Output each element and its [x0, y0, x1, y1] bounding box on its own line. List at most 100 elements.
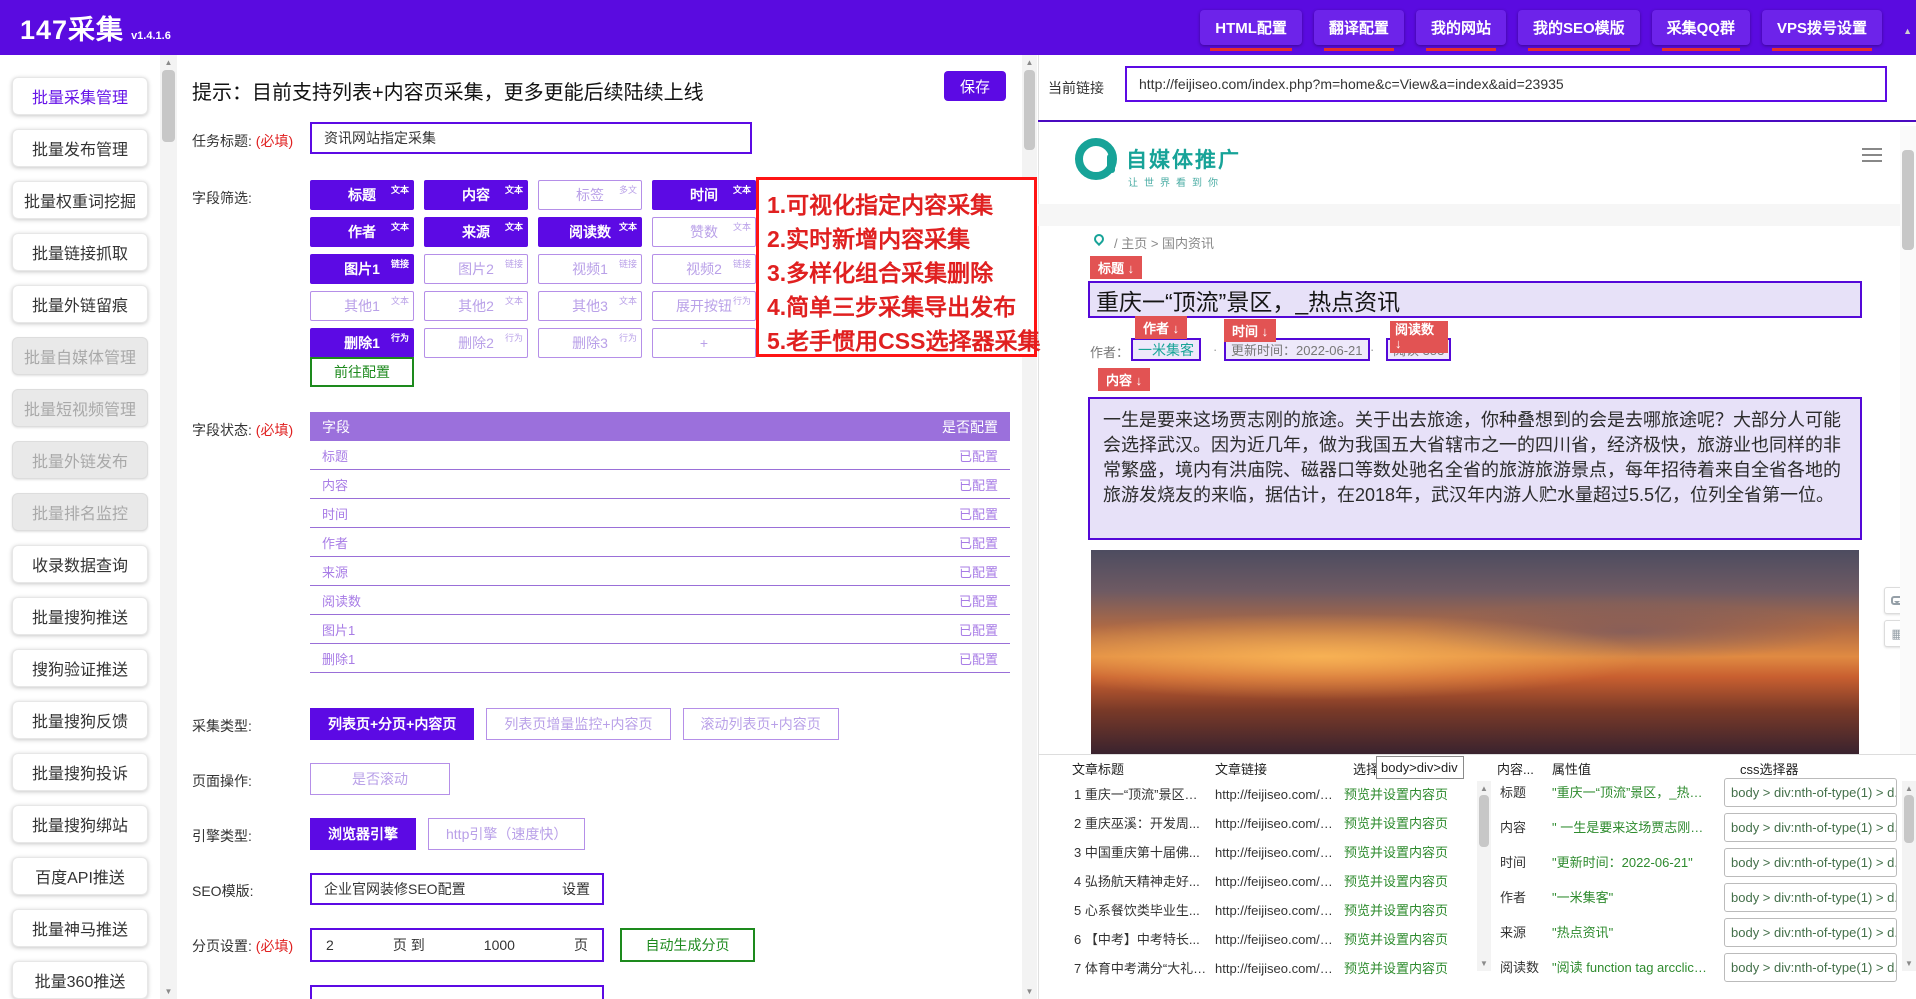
menu-icon[interactable]: [1862, 148, 1882, 162]
engine-type-option[interactable]: http引擎（速度快）: [428, 818, 585, 850]
sidebar-item[interactable]: 批量链接抓取: [12, 233, 148, 271]
field-type-tag: 行为: [391, 331, 409, 344]
css-selector-input[interactable]: body > div:nth-of-type(1) > d...: [1724, 883, 1897, 912]
page-scroll-up-icon[interactable]: ▲: [1903, 26, 1912, 36]
scroll-thumb[interactable]: [1024, 70, 1035, 150]
nav-item[interactable]: 我的SEO模版: [1518, 10, 1640, 45]
css-selector-input[interactable]: body > div:nth-of-type(1) > d...: [1724, 848, 1897, 877]
collect-type-option[interactable]: 列表页+分页+内容页: [310, 708, 474, 740]
task-title-input[interactable]: 资讯网站指定采集: [310, 122, 752, 154]
nav-item[interactable]: 我的网站: [1416, 10, 1506, 45]
field-filter-button[interactable]: 删除1 行为: [310, 328, 414, 358]
scroll-up-icon[interactable]: ▲: [1022, 58, 1037, 67]
scroll-down-icon[interactable]: ▼: [1022, 987, 1037, 996]
preview-set-content-link[interactable]: 预览并设置内容页: [1344, 867, 1469, 896]
article-author[interactable]: 一米集客: [1131, 338, 1201, 361]
sidebar-item[interactable]: 百度API推送: [12, 857, 148, 895]
scroll-thumb[interactable]: [1479, 795, 1489, 847]
sidebar-item[interactable]: 批量搜狗绑站: [12, 805, 148, 843]
scroll-up-icon[interactable]: ▲: [1477, 784, 1491, 793]
field-filter-button[interactable]: 图片2 链接: [424, 254, 528, 284]
field-selector-row: 阅读数 "阅读 function tag arcclick(ai... body…: [1497, 951, 1901, 986]
field-filter-button[interactable]: 阅读数 文本: [538, 217, 642, 247]
preview-set-content-link[interactable]: 预览并设置内容页: [1344, 809, 1469, 838]
scroll-down-icon[interactable]: ▼: [1477, 959, 1491, 968]
scroll-down-icon[interactable]: ▼: [160, 987, 177, 996]
sidebar-item[interactable]: 批量搜狗投诉: [12, 753, 148, 791]
css-selector-input[interactable]: body > div:nth-of-type(1) > d...: [1724, 778, 1897, 807]
page-from-input[interactable]: 2: [326, 937, 334, 953]
field-filter-button[interactable]: 内容 文本: [424, 180, 528, 210]
save-button[interactable]: 保存: [944, 71, 1006, 101]
field-filter-button[interactable]: 其他2 文本: [424, 291, 528, 321]
list-selector-input[interactable]: body>div>div: [1376, 756, 1464, 779]
nav-item[interactable]: HTML配置: [1200, 10, 1302, 45]
sidebar-item[interactable]: 批量外链留痕: [12, 285, 148, 323]
preview-set-content-link[interactable]: 预览并设置内容页: [1344, 925, 1469, 954]
seo-template-select[interactable]: 企业官网装修SEO配置 设置: [310, 873, 604, 905]
clipped-input[interactable]: [310, 985, 604, 999]
article-content[interactable]: 一生是要来这场贾志刚的旅途。关于出去旅途，你种叠想到的会是去哪旅途呢？大部分人可…: [1088, 397, 1862, 540]
scroll-thumb[interactable]: [162, 70, 175, 142]
field-filter-button[interactable]: 视频2 链接: [652, 254, 756, 284]
field-name: 阅读数: [1500, 951, 1539, 984]
sidebar-item[interactable]: 批量自媒体管理: [12, 337, 148, 375]
scroll-thumb[interactable]: [1904, 795, 1914, 843]
collect-type-label: 采集类型:: [192, 716, 252, 736]
preview-set-content-link[interactable]: 预览并设置内容页: [1344, 780, 1469, 809]
nav-item[interactable]: 翻译配置: [1314, 10, 1404, 45]
field-filter-button[interactable]: 时间 文本: [652, 180, 756, 210]
field-filter-button[interactable]: 其他3 文本: [538, 291, 642, 321]
nav-item[interactable]: VPS拨号设置: [1762, 10, 1882, 45]
sidebar-item[interactable]: 批量神马推送: [12, 909, 148, 947]
nav-item[interactable]: 采集QQ群: [1652, 10, 1750, 45]
field-filter-button[interactable]: 来源 文本: [424, 217, 528, 247]
collect-type-option[interactable]: 列表页增量监控+内容页: [486, 708, 670, 740]
css-selector-input[interactable]: body > div:nth-of-type(1) > d...: [1724, 813, 1897, 842]
field-filter-button[interactable]: 删除2 行为: [424, 328, 528, 358]
breadcrumb[interactable]: / 主页 > 国内资讯: [1114, 233, 1214, 252]
field-filter-button[interactable]: 其他1 文本: [310, 291, 414, 321]
field-filter-button[interactable]: 展开按钮 行为: [652, 291, 756, 321]
preview-set-content-link[interactable]: 预览并设置内容页: [1344, 954, 1469, 983]
preview-set-content-link[interactable]: 预览并设置内容页: [1344, 838, 1469, 867]
css-selector-input[interactable]: body > div:nth-of-type(1) > d...: [1724, 953, 1897, 982]
go-configure-button[interactable]: 前往配置: [310, 357, 414, 387]
collect-type-option[interactable]: 滚动列表页+内容页: [683, 708, 839, 740]
field-filter-button[interactable]: +: [652, 328, 756, 358]
field-type-tag: 行为: [619, 331, 637, 344]
auto-generate-pages-button[interactable]: 自动生成分页: [620, 928, 755, 962]
scroll-up-icon[interactable]: ▲: [160, 58, 177, 67]
preview-set-content-link[interactable]: 预览并设置内容页: [1344, 896, 1469, 925]
engine-type-option[interactable]: 浏览器引擎: [310, 818, 416, 850]
seo-settings-button[interactable]: 设置: [562, 879, 590, 899]
sidebar-item[interactable]: 批量采集管理: [12, 77, 148, 115]
field-filter-button[interactable]: 赞数 文本: [652, 217, 756, 247]
sidebar-item[interactable]: 搜狗验证推送: [12, 649, 148, 687]
sidebar-item[interactable]: 批量短视频管理: [12, 389, 148, 427]
sidebar-item[interactable]: 批量权重词挖掘: [12, 181, 148, 219]
article-title[interactable]: 重庆一“顶流”景区，_热点资讯: [1088, 281, 1862, 318]
scroll-up-icon[interactable]: ▲: [1902, 784, 1916, 793]
field-filter-button[interactable]: 作者 文本: [310, 217, 414, 247]
scroll-down-icon[interactable]: ▼: [1902, 959, 1916, 968]
page-action-option[interactable]: 是否滚动: [310, 763, 450, 795]
field-filter-button[interactable]: 图片1 链接: [310, 254, 414, 284]
current-link-input[interactable]: http://feijiseo.com/index.php?m=home&c=V…: [1125, 66, 1887, 102]
sidebar-item[interactable]: 批量排名监控: [12, 493, 148, 531]
scroll-thumb[interactable]: [1902, 150, 1914, 250]
css-selector-input[interactable]: body > div:nth-of-type(1) > d...: [1724, 918, 1897, 947]
sidebar-item[interactable]: 批量搜狗反馈: [12, 701, 148, 739]
sidebar-item[interactable]: 批量外链发布: [12, 441, 148, 479]
sidebar-item[interactable]: 批量360推送: [12, 961, 148, 999]
sidebar-item[interactable]: 收录数据查询: [12, 545, 148, 583]
field-filter-button[interactable]: 视频1 链接: [538, 254, 642, 284]
field-name: 作者: [1500, 881, 1526, 914]
page-to-input[interactable]: 1000: [484, 937, 515, 953]
field-filter-button[interactable]: 标签 多文: [538, 180, 642, 210]
sidebar-item[interactable]: 批量搜狗推送: [12, 597, 148, 635]
field-filter-button[interactable]: 删除3 行为: [538, 328, 642, 358]
field-filter-button[interactable]: 标题 文本: [310, 180, 414, 210]
sidebar-item[interactable]: 批量发布管理: [12, 129, 148, 167]
article-title-cell: 1 重庆一“顶流”景区，...: [1074, 780, 1208, 809]
